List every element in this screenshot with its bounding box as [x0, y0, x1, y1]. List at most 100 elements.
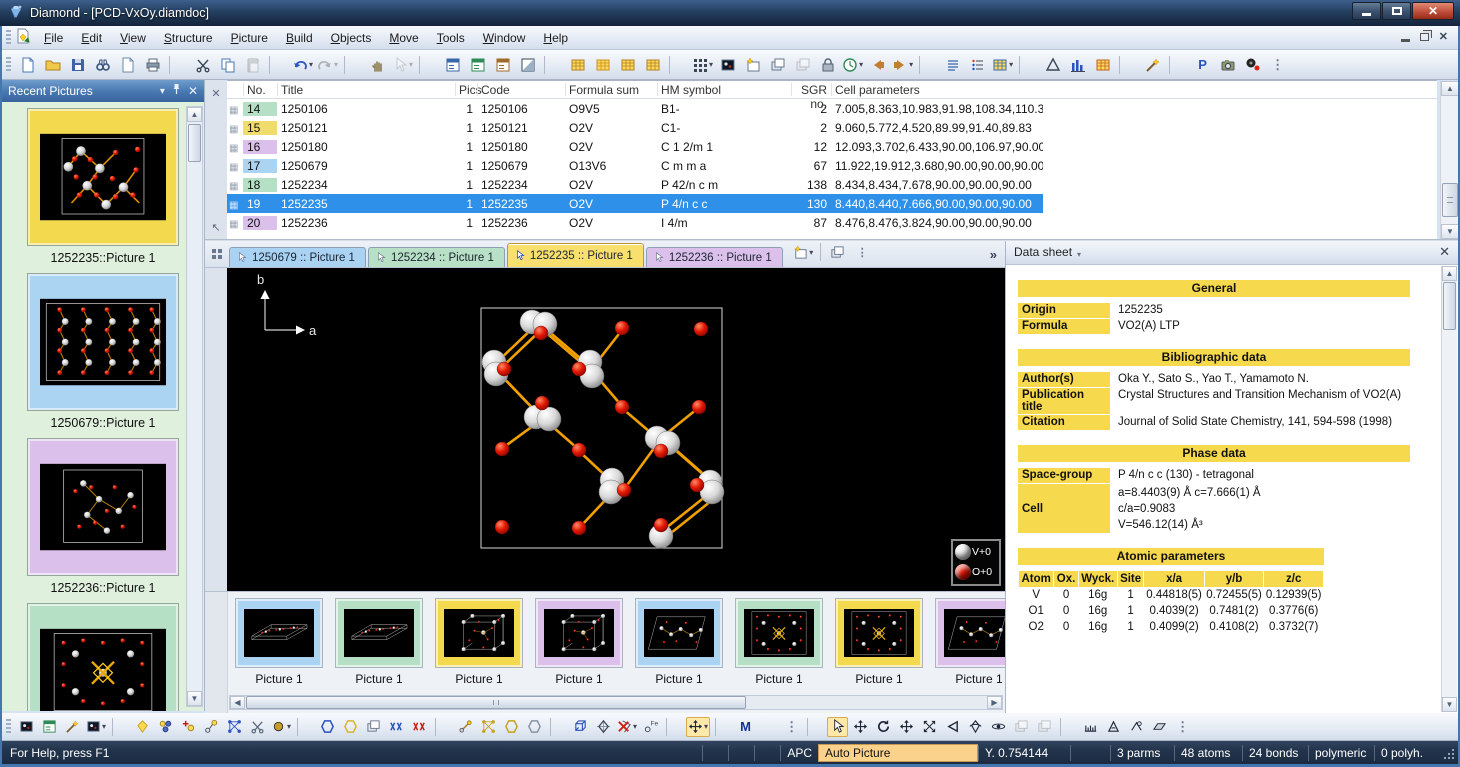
toolbar-options-button[interactable]: ⋮ [1266, 54, 1289, 76]
menu-item[interactable]: Window [474, 28, 535, 48]
cut-button[interactable] [191, 54, 214, 76]
close-table-icon[interactable]: ✕ [207, 84, 225, 102]
tab-list-icon[interactable] [207, 244, 227, 264]
move-mode-button[interactable] [850, 717, 871, 737]
photo-button[interactable] [1216, 54, 1239, 76]
next-picture-button[interactable]: ▾ [891, 54, 914, 76]
copy-button[interactable] [216, 54, 239, 76]
tilt-mode-button[interactable] [942, 717, 963, 737]
shift-mode-button[interactable] [896, 717, 917, 737]
recent-pictures-scrollbar[interactable]: ▲ ▼ [186, 106, 203, 707]
rock-mode-button[interactable] [965, 717, 986, 737]
color-scheme-button[interactable] [758, 717, 779, 737]
grid-layout-button[interactable]: ▾ [691, 54, 714, 76]
destroy-all-button[interactable] [409, 717, 430, 737]
filmstrip-item[interactable]: Picture 1 [635, 598, 723, 688]
atom-labels-button[interactable] [640, 717, 661, 737]
doc-minimize-icon[interactable] [1401, 39, 1410, 42]
scroll-up-icon[interactable]: ▲ [1442, 266, 1457, 281]
col-cell-parameters[interactable]: Cell parameters [831, 81, 1043, 98]
table-scrollbar[interactable]: ▲ ▼ [1440, 81, 1459, 239]
toolbar-grip[interactable] [6, 719, 11, 735]
arrange-windows-button[interactable] [826, 241, 849, 263]
structure-canvas[interactable]: b a [227, 268, 1005, 591]
col-pics[interactable]: Pics [455, 81, 477, 98]
pin-icon[interactable] [172, 84, 181, 98]
menu-item[interactable]: Tools [428, 28, 474, 48]
resize-grip[interactable] [1440, 745, 1456, 761]
filmstrip-item[interactable]: Picture 1 [735, 598, 823, 688]
scroll-left-icon[interactable]: ◀ [230, 696, 245, 709]
select-mode-button[interactable] [827, 717, 848, 737]
scrollbar-thumb[interactable] [246, 696, 746, 709]
filmstrip-item[interactable]: Picture 1 [835, 598, 923, 688]
data-sheet-header[interactable]: Data sheet ▾ ✕ [1006, 240, 1458, 265]
create-bond-button[interactable] [455, 717, 476, 737]
new-document-button[interactable] [16, 54, 39, 76]
insert-atoms-button[interactable] [178, 717, 199, 737]
packing-button[interactable] [363, 717, 384, 737]
print-button[interactable] [141, 54, 164, 76]
table-row[interactable]: ▦ 14 1250106 1 1250106 O9V5 B1- 2 7.005,… [227, 99, 1043, 118]
scroll-down-icon[interactable]: ▼ [187, 691, 202, 706]
distance-histogram-button[interactable] [1041, 54, 1064, 76]
col-sgr-no[interactable]: SGR no. [791, 81, 831, 98]
open-document-button[interactable] [41, 54, 64, 76]
picture-gallery-button[interactable] [791, 54, 814, 76]
data-sheet-scrollbar[interactable]: ▲ ▼ [1441, 266, 1457, 712]
pointer-tool-button[interactable]: ▾ [391, 54, 414, 76]
picture-contents-button[interactable] [16, 717, 37, 737]
save-button[interactable] [66, 54, 89, 76]
spin-mode-button[interactable] [988, 717, 1009, 737]
video-button[interactable] [1241, 54, 1264, 76]
collapse-arrow-icon[interactable]: ↖ [207, 218, 225, 236]
menu-item[interactable]: Move [380, 28, 427, 48]
table-view-button[interactable]: ▾ [991, 54, 1014, 76]
picture-mode-button[interactable]: ▾ [85, 717, 107, 737]
adjust-picture-button[interactable]: ▾ [686, 717, 710, 737]
cut-out-button[interactable] [247, 717, 268, 737]
table-row[interactable]: ▦ 17 1250679 1 1250679 O13V6 C m m a 67 … [227, 156, 1043, 175]
coordination-fill-button[interactable]: ▾ [270, 717, 292, 737]
toolbar-grip[interactable] [6, 57, 11, 73]
previous-picture-button[interactable] [866, 54, 889, 76]
tab-1252235-picture-1[interactable]: 1252235 :: Picture 1 [507, 243, 644, 267]
menu-item[interactable]: View [111, 28, 155, 48]
filmstrip-scrollbar[interactable]: ◀ ▶ [229, 695, 1003, 710]
menu-item[interactable]: Picture [222, 28, 277, 48]
menu-item[interactable]: File [35, 28, 72, 48]
recent-picture-item[interactable]: 1250679::Picture 1 [18, 273, 188, 430]
col-title[interactable]: Title [277, 81, 455, 98]
paste-button[interactable] [241, 54, 264, 76]
scroll-down-icon[interactable]: ▼ [1441, 224, 1459, 239]
data-table-button[interactable] [1091, 54, 1114, 76]
minimize-button[interactable] [1352, 2, 1381, 20]
picture-assistant-button[interactable] [1141, 54, 1164, 76]
recent-picture-item[interactable]: 1252235::Picture 1 [18, 108, 188, 265]
col-formula-sum[interactable]: Formula sum [565, 81, 657, 98]
table-row[interactable]: ▦ 15 1250121 1 1250121 O2V C1- 2 9.060,5… [227, 118, 1043, 137]
table-row[interactable]: ▦ 19 1252235 1 1252235 O2V P 4/n c c 130… [227, 194, 1043, 213]
tab-overflow-button[interactable]: » [990, 247, 1005, 262]
fill-slab-button[interactable] [317, 717, 338, 737]
menu-item[interactable]: Help [534, 28, 577, 48]
add-atoms-button[interactable] [155, 717, 176, 737]
scroll-down-icon[interactable]: ▼ [1442, 697, 1457, 712]
update-connectivity-button[interactable] [224, 717, 245, 737]
doc-close-icon[interactable]: ✕ [1439, 30, 1448, 44]
table-header[interactable]: No. Title Pics Code Formula sum HM symbo… [227, 81, 1437, 99]
picture-history-button[interactable]: ▾ [841, 54, 864, 76]
new-picture-tab-button[interactable]: ▾ [792, 241, 815, 263]
scrollbar-thumb[interactable] [188, 124, 201, 162]
active-picture-button[interactable] [716, 54, 739, 76]
split-window-button[interactable] [516, 54, 539, 76]
restore-picture-button[interactable] [491, 54, 514, 76]
col-hm-symbol[interactable]: HM symbol [657, 81, 791, 98]
menubar-grip[interactable] [6, 30, 11, 46]
tab-1252236-picture-1[interactable]: 1252236 :: Picture 1 [646, 247, 783, 267]
filmstrip-item[interactable]: Picture 1 [335, 598, 423, 688]
chevron-down-icon[interactable]: ▾ [160, 86, 165, 97]
protect-picture-button[interactable] [816, 54, 839, 76]
undo-button[interactable]: ▾ [291, 54, 314, 76]
destroy-built-button[interactable] [386, 717, 407, 737]
